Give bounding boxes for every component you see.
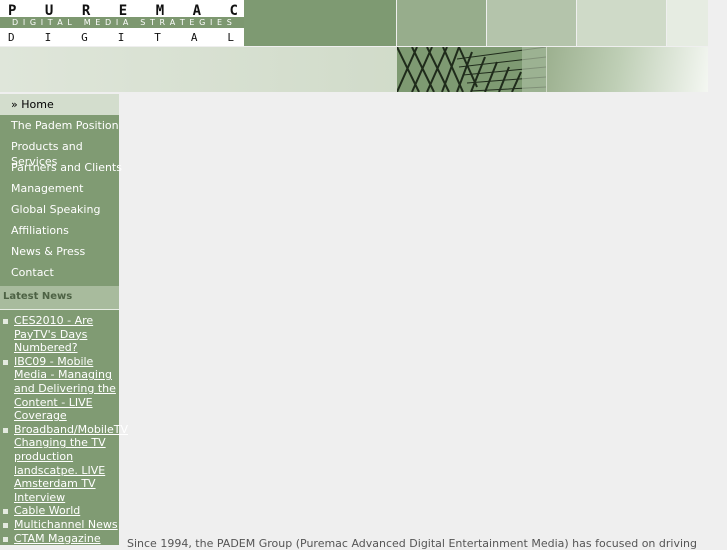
nav-contact[interactable]: Contact <box>0 262 119 283</box>
news-item: CTAM Magazine <box>0 532 119 546</box>
bullet-icon <box>3 536 8 542</box>
double-chevron-icon: » <box>11 98 18 111</box>
header-color-block <box>667 0 708 46</box>
nav-news-press[interactable]: News & Press <box>0 241 119 262</box>
tagline-letter: I <box>209 18 213 27</box>
intro-paragraph: Since 1994, the PADEM Group (Puremac Adv… <box>127 537 697 550</box>
tagline-letter <box>133 17 136 28</box>
header-color-block <box>244 0 396 46</box>
logo-bottom-letters: DIGITAL <box>8 31 234 44</box>
logo-tagline: DIGITAL MEDIA STRATEGIES <box>0 17 244 28</box>
news-link[interactable]: CES2010 - Are PayTV's Days Numbered? <box>14 314 93 354</box>
tagline-letter: T <box>179 18 185 27</box>
tagline-letter: D <box>12 18 19 27</box>
tagline-letter: S <box>140 18 146 27</box>
nav-home-label: Home <box>21 98 54 111</box>
tagline-letter: A <box>122 18 129 27</box>
tagline-letter: E <box>95 18 101 27</box>
header-color-block <box>397 0 486 46</box>
building-facade-image <box>397 47 546 92</box>
nav-global-speaking[interactable]: Global Speaking <box>0 199 119 220</box>
tagline-letter: I <box>115 18 119 27</box>
puremac-logo[interactable]: PUREMAC DIGITAL MEDIA STRATEGIES DIGITAL <box>0 0 244 46</box>
bullet-icon <box>3 359 8 365</box>
bullet-icon <box>3 427 8 433</box>
nav-affiliations[interactable]: Affiliations <box>0 220 119 241</box>
news-item: IBC09 - Mobile Media - Managing and Deli… <box>0 355 119 423</box>
news-link[interactable]: Multichannel News <box>14 518 118 531</box>
tagline-letter: G <box>199 18 206 27</box>
tagline-letter <box>77 17 80 28</box>
bullet-icon <box>3 319 8 324</box>
tagline-letter: A <box>169 18 176 27</box>
tagline-letter: S <box>226 18 232 27</box>
news-item: Cable World <box>0 504 119 518</box>
bullet-icon <box>3 509 8 515</box>
tagline-letter: I <box>22 18 26 27</box>
tagline-letter: M <box>83 18 91 27</box>
tagline-letter: A <box>57 18 63 27</box>
header: PUREMAC DIGITAL MEDIA STRATEGIES DIGITAL <box>0 0 727 92</box>
news-link[interactable]: CTAM Magazine <box>14 532 101 545</box>
bullet-icon <box>3 522 8 528</box>
nav-home[interactable]: » Home <box>0 94 119 115</box>
tagline-letter: E <box>216 18 223 27</box>
news-list: CES2010 - Are PayTV's Days Numbered? IBC… <box>0 314 128 546</box>
news-link[interactable]: Broadband/MobileTV Changing the TV produ… <box>14 423 128 504</box>
sky-photo <box>547 47 708 92</box>
news-item: Multichannel News <box>0 518 119 532</box>
news-item: Broadband/MobileTV Changing the TV produ… <box>0 423 128 505</box>
tagline-letter: L <box>67 18 72 27</box>
news-link[interactable]: Cable World <box>14 504 80 517</box>
nav-management[interactable]: Management <box>0 178 119 199</box>
header-color-block <box>487 0 576 46</box>
tagline-letter: E <box>189 18 195 27</box>
news-link[interactable]: IBC09 - Mobile Media - Managing and Deli… <box>14 355 116 422</box>
sidebar: » Home The Padem Position Products and S… <box>0 94 128 546</box>
nav-padem-position[interactable]: The Padem Position <box>0 115 119 136</box>
nav-products-services[interactable]: Products and Services <box>0 136 119 168</box>
tagline-letter: T <box>47 18 53 27</box>
tagline-letter: R <box>159 18 166 27</box>
tagline-letter: D <box>105 18 112 27</box>
news-item: CES2010 - Are PayTV's Days Numbered? <box>0 314 119 355</box>
tagline-letter: T <box>149 18 155 27</box>
header-color-block <box>577 0 666 46</box>
tagline-letter: G <box>29 18 37 27</box>
latest-news-heading: Latest News <box>0 286 119 310</box>
tagline-letter: I <box>40 18 44 27</box>
